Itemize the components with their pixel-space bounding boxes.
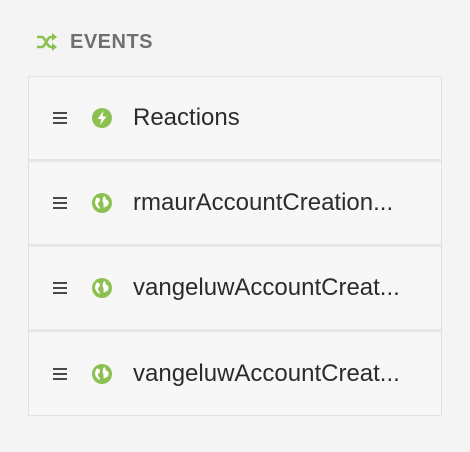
list-item-label: vangeluwAccountCreat...	[133, 274, 400, 301]
globe-icon	[91, 192, 113, 214]
lightning-icon	[91, 107, 113, 129]
shuffle-icon	[36, 31, 58, 53]
events-list: Reactions rmaurAccountCreation... vangel…	[28, 76, 442, 416]
events-title: EVENTS	[70, 30, 154, 53]
list-item-label: vangeluwAccountCreat...	[133, 359, 400, 387]
drag-handle-icon[interactable]	[53, 112, 67, 124]
globe-icon	[91, 363, 113, 385]
events-panel: EVENTS Reactions rmaurAccountCreation...…	[0, 0, 470, 452]
list-item-event[interactable]: rmaurAccountCreation...	[29, 162, 441, 247]
list-item-label: rmaurAccountCreation...	[133, 189, 394, 216]
drag-handle-icon[interactable]	[53, 197, 67, 209]
drag-handle-icon[interactable]	[53, 367, 67, 380]
list-item-reactions[interactable]: Reactions	[29, 77, 441, 162]
events-header: EVENTS	[36, 28, 153, 56]
drag-handle-icon[interactable]	[53, 282, 67, 294]
list-item-event[interactable]: vangeluwAccountCreat...	[29, 332, 441, 415]
globe-icon	[91, 277, 113, 299]
list-item-event[interactable]: vangeluwAccountCreat...	[29, 247, 441, 332]
list-item-label: Reactions	[133, 104, 240, 131]
